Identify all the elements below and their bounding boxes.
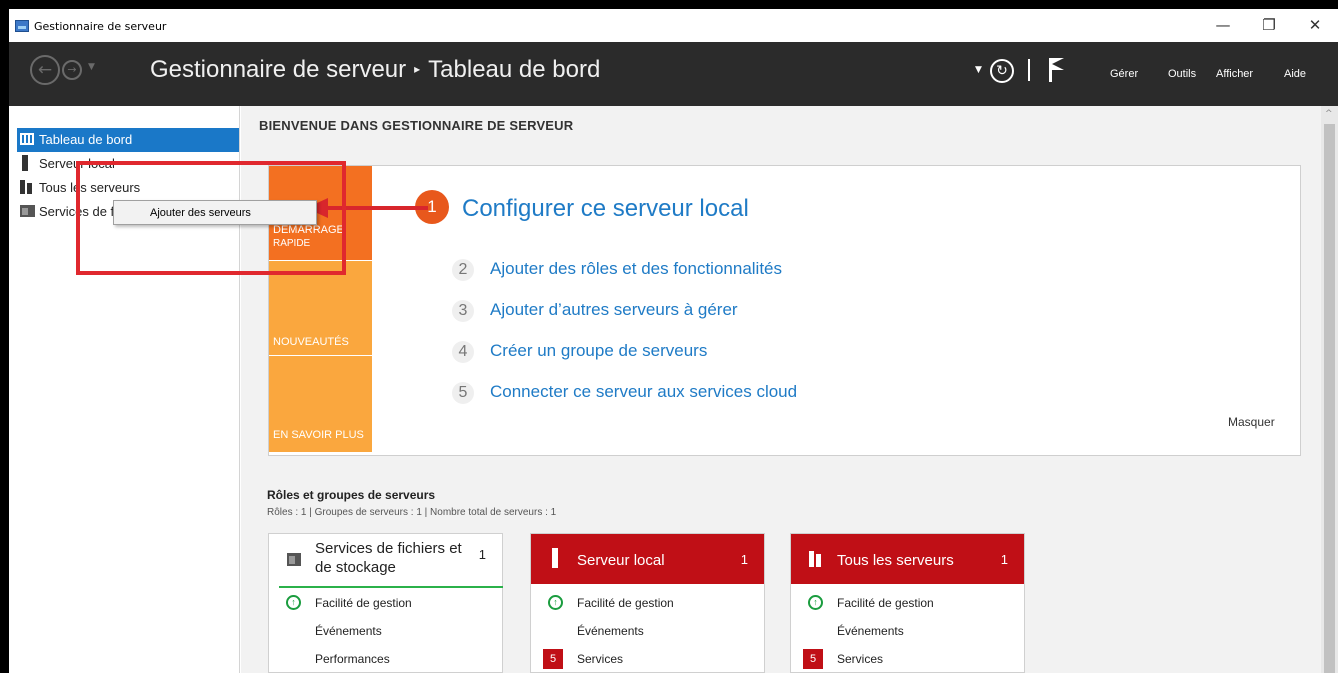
step-number: 5 — [452, 382, 474, 404]
vertical-scrollbar[interactable]: ^ — [1321, 106, 1338, 673]
whats-new-tile[interactable]: NOUVEAUTÉS — [269, 261, 372, 355]
role-tile-all-servers[interactable]: Tous les serveurs 1 ↑ Facilité de gestio… — [790, 533, 1025, 673]
scroll-up-icon[interactable]: ^ — [1325, 109, 1333, 119]
annotation-highlight-box — [76, 161, 346, 275]
tile-label: NOUVEAUTÉS — [273, 336, 349, 348]
tile-row-events[interactable]: Événements — [315, 624, 382, 638]
tile-count: 1 — [1000, 552, 1008, 567]
learn-more-tile[interactable]: EN SAVOIR PLUS — [269, 356, 372, 452]
tile-row-events[interactable]: Événements — [577, 624, 644, 638]
breadcrumb-root[interactable]: Gestionnaire de serveur — [150, 56, 406, 83]
roles-section-title: Rôles et groupes de serveurs — [267, 488, 436, 502]
menu-afficher[interactable]: Afficher — [1216, 68, 1253, 80]
tile-row-manageability[interactable]: Facilité de gestion — [315, 596, 412, 610]
restore-button[interactable]: ❐ — [1254, 15, 1284, 35]
window-title: Gestionnaire de serveur — [34, 20, 167, 33]
tile-row-events[interactable]: Événements — [837, 624, 904, 638]
create-server-group-link[interactable]: Créer un groupe de serveurs — [490, 341, 707, 361]
status-up-icon: ↑ — [808, 595, 823, 610]
configure-local-server-link[interactable]: Configurer ce serveur local — [462, 195, 749, 223]
tile-count: 1 — [740, 552, 748, 567]
step-number: 3 — [452, 300, 474, 322]
menu-aide[interactable]: Aide — [1284, 68, 1306, 80]
sidebar-item-label: Tableau de bord — [39, 132, 133, 147]
role-tile-file-services[interactable]: Services de fichiers et de stockage 1 ↑ F… — [268, 533, 503, 673]
servers-icon — [809, 551, 823, 567]
forward-arrow-icon[interactable]: → — [62, 60, 82, 80]
status-up-icon: ↑ — [286, 595, 301, 610]
roles-summary: Rôles : 1 | Groupes de serveurs : 1 | No… — [267, 507, 557, 518]
tile-title: Serveur local — [577, 552, 665, 569]
add-roles-link[interactable]: Ajouter des rôles et des fonctionnalités — [490, 259, 782, 279]
close-button[interactable]: ✕ — [1300, 15, 1330, 35]
hide-welcome-link[interactable]: Masquer — [1228, 415, 1275, 429]
services-alert-badge: 5 — [803, 649, 823, 669]
tile-row-services[interactable]: Services — [577, 652, 623, 666]
file-services-icon — [20, 205, 35, 217]
server-icon — [552, 548, 558, 568]
tile-row-manageability[interactable]: Facilité de gestion — [577, 596, 674, 610]
scrollbar-thumb[interactable] — [1324, 124, 1335, 673]
minimize-button[interactable]: — — [1208, 15, 1238, 35]
header-bar: ← → ▼ Gestionnaire de serveur ▸ Tableau de… — [9, 42, 1338, 106]
menu-gerer[interactable]: Gérer — [1110, 68, 1138, 80]
menu-outils[interactable]: Outils — [1168, 68, 1196, 80]
header-divider — [1028, 59, 1030, 81]
tile-label: EN SAVOIR PLUS — [273, 429, 364, 441]
status-ok-rule — [279, 586, 503, 588]
tile-title: Tous les serveurs — [837, 552, 954, 569]
tile-count: 1 — [478, 547, 486, 562]
breadcrumb-current: Tableau de bord — [428, 56, 601, 83]
services-alert-badge: 5 — [543, 649, 563, 669]
tile-header[interactable]: Tous les serveurs 1 — [791, 534, 1024, 584]
file-services-icon — [287, 553, 301, 566]
title-bar: Gestionnaire de serveur — ❐ ✕ — [9, 9, 1338, 42]
history-dropdown-icon[interactable]: ▼ — [88, 62, 95, 72]
breadcrumb: Gestionnaire de serveur ▸ Tableau de bord — [150, 56, 600, 84]
back-arrow-icon[interactable]: ← — [30, 55, 60, 85]
refresh-icon[interactable]: ↻ — [990, 59, 1014, 83]
status-up-icon: ↑ — [548, 595, 563, 610]
welcome-title: BIENVENUE DANS GESTIONNAIRE DE SERVEUR — [259, 118, 574, 133]
tile-header[interactable]: Serveur local 1 — [531, 534, 764, 584]
tile-row-performance[interactable]: Performances — [315, 652, 390, 666]
step-number: 4 — [452, 341, 474, 363]
notifications-flag-icon[interactable] — [1049, 58, 1065, 82]
servers-icon — [20, 180, 34, 194]
breadcrumb-separator-icon: ▸ — [414, 62, 421, 76]
tile-row-manageability[interactable]: Facilité de gestion — [837, 596, 934, 610]
sidebar-item-dashboard[interactable]: Tableau de bord — [17, 128, 239, 152]
add-servers-link[interactable]: Ajouter d’autres serveurs à gérer — [490, 300, 738, 320]
tile-row-services[interactable]: Services — [837, 652, 883, 666]
server-manager-app-icon — [15, 20, 29, 32]
tile-title: Services de fichiers et de stockage — [315, 540, 462, 576]
role-tile-local-server[interactable]: Serveur local 1 ↑ Facilité de gestion Év… — [530, 533, 765, 673]
server-icon — [22, 155, 28, 171]
breadcrumb-dropdown-icon[interactable]: ▼ — [975, 65, 982, 75]
dashboard-icon — [20, 133, 34, 145]
connect-cloud-link[interactable]: Connecter ce serveur aux services cloud — [490, 382, 797, 402]
step-number: 2 — [452, 259, 474, 281]
tile-header[interactable]: Services de fichiers et de stockage 1 — [269, 534, 502, 584]
